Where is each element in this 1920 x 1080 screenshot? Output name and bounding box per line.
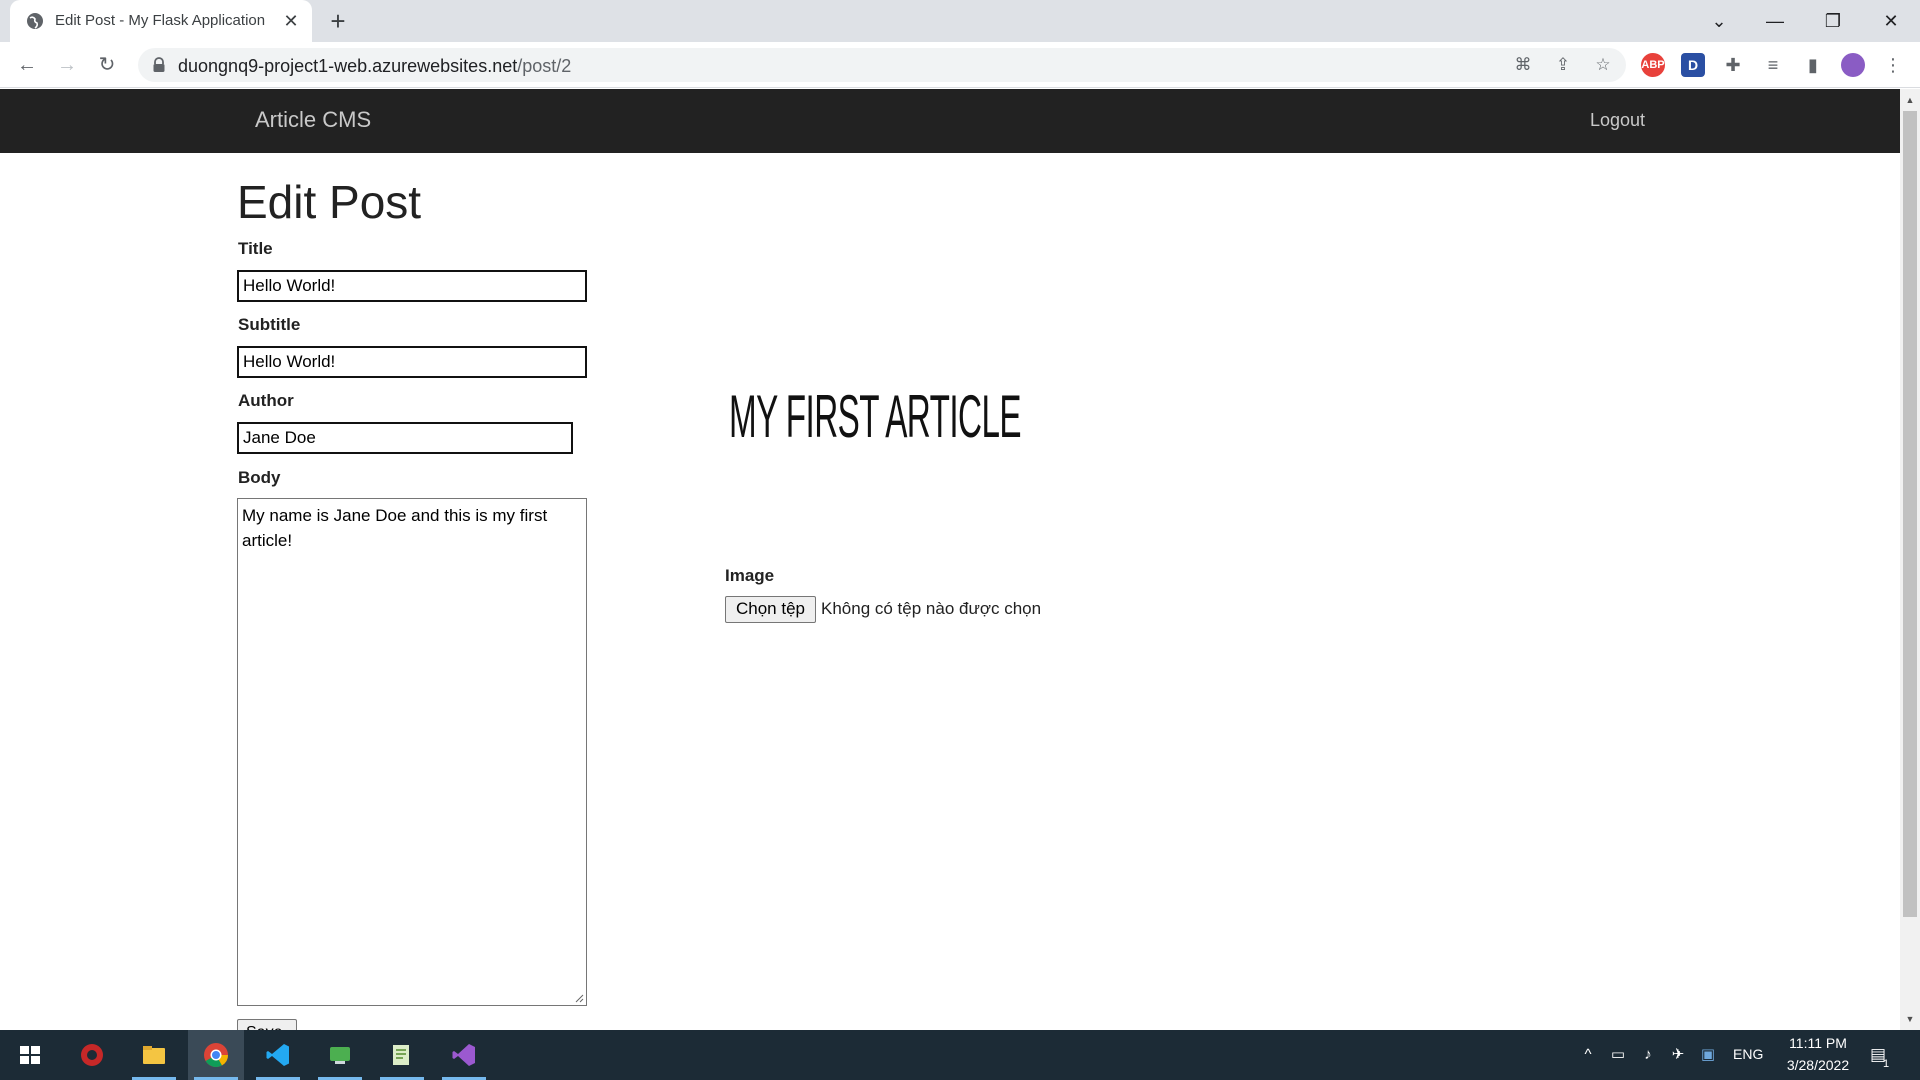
side-panel-icon[interactable]: ▮ bbox=[1801, 53, 1825, 77]
reload-icon[interactable]: ↻ bbox=[93, 51, 121, 79]
save-button[interactable]: Save bbox=[237, 1019, 297, 1030]
page-scrollbar[interactable]: ▲ ▼ bbox=[1900, 89, 1920, 1030]
reading-list-icon[interactable]: ≡ bbox=[1761, 53, 1785, 77]
page-title: Edit Post bbox=[237, 176, 422, 228]
taskbar-app-chrome[interactable] bbox=[188, 1030, 244, 1080]
battery-icon[interactable]: ▭ bbox=[1608, 1045, 1628, 1065]
language-indicator[interactable]: ENG bbox=[1733, 1046, 1763, 1062]
body-textarea[interactable]: My name is Jane Doe and this is my first… bbox=[237, 498, 587, 1006]
file-status-text: Không có tệp nào được chọn bbox=[821, 599, 1042, 618]
menu-dots-icon[interactable]: ⋮ bbox=[1881, 53, 1905, 77]
brand-link[interactable]: Article CMS bbox=[255, 107, 371, 133]
body-text: My name is Jane Doe and this is my first… bbox=[242, 506, 548, 550]
browser-tab-strip: Edit Post - My Flask Application ✕ + ⌄ —… bbox=[0, 0, 1920, 42]
resize-grip-icon[interactable] bbox=[574, 993, 584, 1003]
globe-icon bbox=[27, 13, 43, 29]
windows-logo-icon bbox=[20, 1046, 40, 1064]
taskbar-app-vscode[interactable] bbox=[250, 1030, 306, 1080]
notification-count: 1 bbox=[1883, 1058, 1890, 1070]
close-window-icon[interactable]: ✕ bbox=[1876, 6, 1906, 36]
adblock-extension-icon[interactable]: ABP bbox=[1641, 53, 1665, 77]
close-tab-icon[interactable]: ✕ bbox=[280, 10, 302, 32]
scroll-thumb[interactable] bbox=[1903, 111, 1917, 917]
share-icon[interactable]: ⇪ bbox=[1552, 54, 1574, 76]
back-icon[interactable]: ← bbox=[13, 51, 41, 79]
browser-toolbar: ← → ↻ duongnq9-project1-web.azurewebsite… bbox=[0, 42, 1920, 88]
tab-search-icon[interactable]: ⌄ bbox=[1704, 6, 1734, 36]
taskbar-app-file-explorer[interactable] bbox=[126, 1030, 182, 1080]
vscode-icon bbox=[266, 1044, 289, 1066]
title-label: Title bbox=[238, 239, 273, 258]
author-input[interactable]: Jane Doe bbox=[237, 422, 573, 454]
body-label: Body bbox=[238, 468, 281, 487]
chrome-icon bbox=[204, 1043, 228, 1068]
taskbar-app-notepad[interactable] bbox=[374, 1030, 430, 1080]
tab-title: Edit Post - My Flask Application bbox=[55, 12, 266, 29]
subtitle-input[interactable]: Hello World! bbox=[237, 346, 587, 378]
logout-link[interactable]: Logout bbox=[1590, 110, 1645, 131]
minimize-icon[interactable]: — bbox=[1760, 6, 1790, 36]
scroll-up-icon[interactable]: ▲ bbox=[1905, 95, 1915, 105]
extensions-puzzle-icon[interactable]: ✚ bbox=[1721, 53, 1745, 77]
profile-avatar-icon[interactable] bbox=[1841, 53, 1865, 77]
bookmark-star-icon[interactable]: ☆ bbox=[1592, 54, 1614, 76]
taskbar-app-security[interactable] bbox=[64, 1030, 120, 1080]
d-extension-icon[interactable]: D bbox=[1681, 53, 1705, 77]
title-input[interactable]: Hello World! bbox=[237, 270, 587, 302]
scroll-down-icon[interactable]: ▼ bbox=[1905, 1014, 1915, 1024]
clock-time[interactable]: 11:11 PM bbox=[1783, 1035, 1853, 1051]
subtitle-label: Subtitle bbox=[238, 315, 301, 334]
forward-icon[interactable]: → bbox=[53, 51, 81, 79]
translate-icon[interactable]: ⌘ bbox=[1512, 54, 1534, 76]
lock-icon[interactable] bbox=[152, 57, 166, 73]
visual-studio-icon bbox=[452, 1044, 475, 1066]
show-hidden-icons-icon[interactable]: ^ bbox=[1578, 1045, 1598, 1065]
windows-taskbar: ^ ▭ ♪ ✈ ▣ ENG 11:11 PM 3/28/2022 ▤ 1 bbox=[0, 1030, 1920, 1080]
taskbar-app-visual-studio[interactable] bbox=[436, 1030, 492, 1080]
start-button[interactable] bbox=[2, 1030, 58, 1080]
address-bar[interactable]: duongnq9-project1-web.azurewebsites.net/… bbox=[138, 48, 1626, 82]
page-viewport: Article CMS Logout Edit Post Title Hello… bbox=[0, 89, 1900, 1030]
choose-file-button[interactable]: Chọn tệp bbox=[725, 596, 816, 623]
top-navbar: Article CMS Logout bbox=[0, 89, 1900, 153]
airplane-mode-icon[interactable]: ✈ bbox=[1668, 1045, 1688, 1065]
author-label: Author bbox=[238, 391, 294, 410]
article-image-text: MY FIRST ARTICLE bbox=[729, 383, 1021, 450]
article-image: MY FIRST ARTICLE bbox=[729, 383, 1022, 450]
input-method-icon[interactable]: ▣ bbox=[1698, 1045, 1718, 1065]
image-label: Image bbox=[725, 566, 775, 585]
clock-date[interactable]: 3/28/2022 bbox=[1778, 1057, 1858, 1073]
taskbar-app-storage-explorer[interactable] bbox=[312, 1030, 368, 1080]
notepad-icon bbox=[393, 1045, 409, 1065]
restore-icon[interactable]: ❐ bbox=[1818, 6, 1848, 36]
new-tab-button[interactable]: + bbox=[324, 8, 352, 36]
url-text[interactable]: duongnq9-project1-web.azurewebsites.net/… bbox=[178, 56, 571, 77]
folder-icon bbox=[143, 1046, 165, 1064]
storage-explorer-icon bbox=[330, 1047, 350, 1064]
volume-icon[interactable]: ♪ bbox=[1638, 1045, 1658, 1065]
browser-tab[interactable]: Edit Post - My Flask Application ✕ bbox=[10, 0, 312, 42]
security-app-icon bbox=[81, 1044, 103, 1066]
